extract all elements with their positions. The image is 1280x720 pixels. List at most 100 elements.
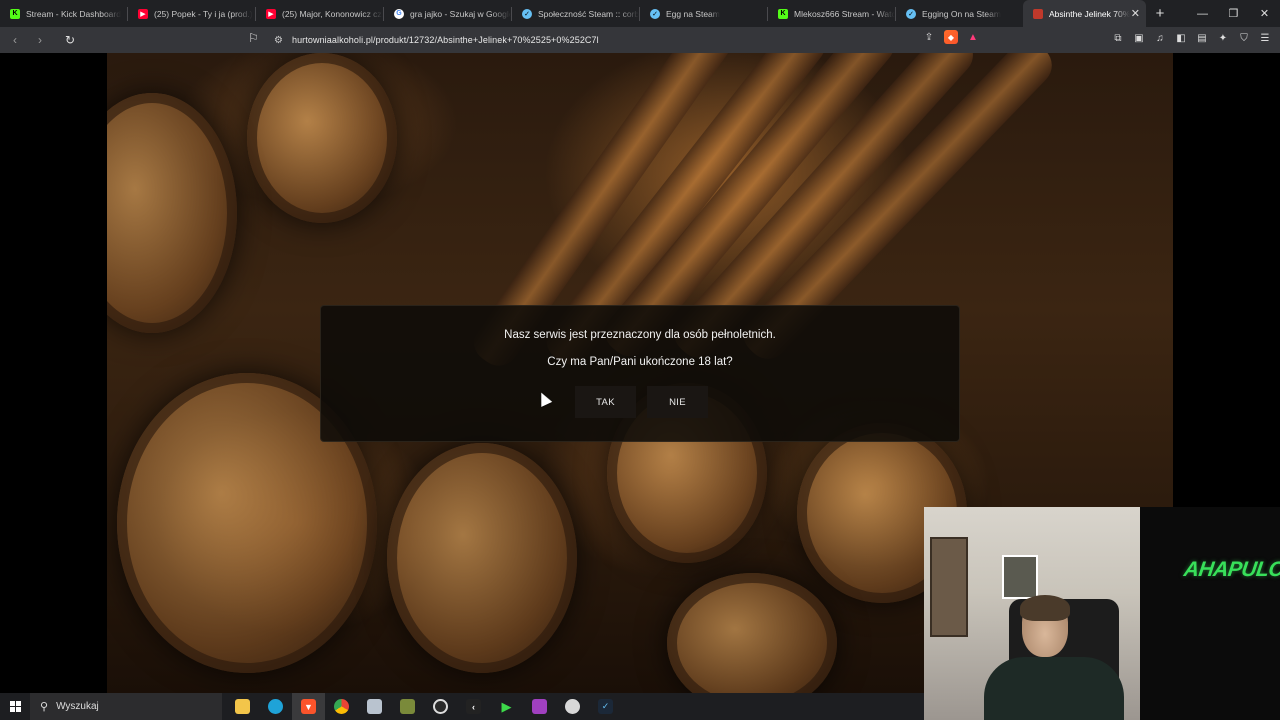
- tab-youtube-major[interactable]: ▶ (25) Major, Kononowicz cz.: [256, 0, 383, 27]
- app-icon: ‹: [466, 699, 481, 714]
- shop-icon: [1033, 8, 1043, 19]
- site-info-icon[interactable]: ⚙: [274, 35, 283, 46]
- taskbar-file-explorer[interactable]: [226, 693, 259, 720]
- file-explorer-icon: [235, 699, 250, 714]
- age-notice-text: Nasz serwis jest przeznaczony dla osób p…: [504, 329, 776, 341]
- chrome-icon: [334, 699, 349, 714]
- share-icon[interactable]: ⇪: [922, 30, 936, 44]
- taskbar-search-placeholder: Wyszukaj: [56, 701, 99, 712]
- barrel: [387, 443, 577, 673]
- tab-label: (25) Major, Kononowicz cz.: [282, 8, 383, 19]
- tab-kick-mlekosz[interactable]: K Mlekosz666 Stream - Watch: [768, 0, 895, 27]
- play-icon: ▶: [501, 698, 512, 714]
- restore-button[interactable]: ❐: [1218, 0, 1249, 27]
- window-controls: — ❐ ✕: [1187, 0, 1280, 27]
- app-icon: [532, 699, 547, 714]
- back-button[interactable]: ‹: [5, 30, 25, 50]
- address-bar[interactable]: ⚙ hurtowniaalkoholi.pl/produkt/12732/Abs…: [270, 30, 990, 50]
- tab-label: Społeczność Steam :: corba: [538, 8, 639, 19]
- brave-icon: ▼: [301, 699, 316, 714]
- address-bar-actions: ⇪ ◆ ▲: [922, 30, 980, 44]
- obs-icon: [433, 699, 448, 714]
- kick-icon: K: [778, 8, 788, 19]
- brave-rewards-icon[interactable]: ▲: [966, 30, 980, 44]
- tab-label: Egg na Steam: [666, 8, 720, 19]
- reload-button[interactable]: ↻: [60, 30, 80, 50]
- tab-strip: K Stream - Kick Dashboard ▶ (25) Popek -…: [0, 0, 1280, 27]
- age-question-text: Czy ma Pan/Pani ukończone 18 lat?: [547, 356, 733, 368]
- taskbar-app-generic[interactable]: [358, 693, 391, 720]
- forward-button[interactable]: ›: [30, 30, 50, 50]
- menu-icon[interactable]: ☰: [1258, 30, 1272, 46]
- tab-youtube-popek[interactable]: ▶ (25) Popek - Ty i ja (prod.): [128, 0, 255, 27]
- taskbar-app-generic[interactable]: ‹: [457, 693, 490, 720]
- kick-icon: K: [10, 8, 20, 19]
- app-icon: [367, 699, 382, 714]
- webcam-person-body: [984, 657, 1124, 720]
- taskbar-steam[interactable]: ✓: [589, 693, 622, 720]
- leo-ai-icon[interactable]: ✦: [1216, 30, 1230, 46]
- tab-label: Absinthe Jelinek 70%: [1049, 8, 1131, 19]
- taskbar-minecraft[interactable]: [391, 693, 424, 720]
- windows-icon: [9, 701, 21, 712]
- steam-icon: ✓: [522, 8, 532, 19]
- tab-egg-steam[interactable]: ✓ Egg na Steam: [640, 0, 767, 27]
- search-icon: ⚲: [40, 701, 49, 713]
- minimize-button[interactable]: —: [1187, 0, 1218, 27]
- youtube-icon: ▶: [266, 8, 276, 19]
- url-text: hurtowniaalkoholi.pl/produkt/12732/Absin…: [291, 35, 599, 45]
- close-window-button[interactable]: ✕: [1249, 0, 1280, 27]
- tab-label: Mlekosz666 Stream - Watch: [794, 8, 895, 19]
- taskbar-obs[interactable]: [424, 693, 457, 720]
- barrel: [107, 93, 237, 333]
- tab-label: (25) Popek - Ty i ja (prod.): [154, 8, 253, 19]
- webcam-person-hair: [1020, 595, 1070, 621]
- tab-steam-community[interactable]: ✓ Społeczność Steam :: corba: [512, 0, 639, 27]
- new-tab-button[interactable]: +: [1146, 5, 1174, 22]
- bookmark-icon[interactable]: ⚐: [248, 31, 262, 49]
- taskbar-chrome[interactable]: [325, 693, 358, 720]
- tab-google-search[interactable]: G gra jajko - Szukaj w Google: [384, 0, 511, 27]
- google-icon: G: [394, 8, 404, 19]
- youtube-icon: ▶: [138, 8, 148, 19]
- vpn-icon[interactable]: ⛉: [1237, 30, 1251, 46]
- steam-icon: ✓: [650, 8, 660, 19]
- brave-shields-icon[interactable]: ◆: [944, 30, 958, 44]
- extension-icons: ⧉ ▣ ♫ ◧ ▤ ✦ ⛉ ☰: [1111, 30, 1272, 46]
- webcam-poster: [1002, 555, 1038, 599]
- start-button[interactable]: [0, 693, 30, 720]
- webcam-overlay: [924, 507, 1140, 720]
- tab-kick-dashboard[interactable]: K Stream - Kick Dashboard: [0, 0, 127, 27]
- minecraft-icon: [400, 699, 415, 714]
- edge-icon: [268, 699, 283, 714]
- steam-icon: ✓: [906, 8, 916, 19]
- app-icon: [565, 699, 580, 714]
- browser-toolbar: ‹ › ↻ ⚐ ⚙ hurtowniaalkoholi.pl/produkt/1…: [0, 27, 1280, 53]
- taskbar-app-generic[interactable]: [556, 693, 589, 720]
- screen: K Stream - Kick Dashboard ▶ (25) Popek -…: [0, 0, 1280, 720]
- webcam-door: [930, 537, 968, 637]
- tab-label: Stream - Kick Dashboard: [26, 8, 121, 19]
- taskbar-search[interactable]: ⚲ Wyszukaj: [30, 693, 222, 720]
- sidebar-icon[interactable]: ◧: [1174, 30, 1188, 46]
- streamer-brand-logo: AHAPULCO: [1182, 558, 1280, 581]
- extensions-icon[interactable]: ⧉: [1111, 30, 1125, 46]
- taskbar-play[interactable]: ▶: [490, 693, 523, 720]
- screenshot-icon[interactable]: ▣: [1132, 30, 1146, 46]
- barrel: [247, 53, 397, 223]
- tab-absinthe-active[interactable]: Absinthe Jelinek 70% ✕: [1023, 0, 1146, 27]
- age-verification-modal: Nasz serwis jest przeznaczony dla osób p…: [320, 305, 960, 442]
- close-tab-icon[interactable]: ✕: [1131, 7, 1140, 20]
- tab-label: gra jajko - Szukaj w Google: [410, 8, 511, 19]
- taskbar-app-generic[interactable]: [523, 693, 556, 720]
- windows-taskbar: ⚲ Wyszukaj ▼ ‹ ▶ ✓: [0, 693, 924, 720]
- steam-icon: ✓: [598, 699, 613, 714]
- wallet-icon[interactable]: ▤: [1195, 30, 1209, 46]
- taskbar-brave[interactable]: ▼: [292, 693, 325, 720]
- media-icon[interactable]: ♫: [1153, 30, 1167, 46]
- yes-button[interactable]: TAK: [575, 386, 636, 418]
- taskbar-apps: ▼ ‹ ▶ ✓: [226, 693, 622, 720]
- no-button[interactable]: NIE: [647, 386, 708, 418]
- taskbar-edge[interactable]: [259, 693, 292, 720]
- tab-egging-on-steam[interactable]: ✓ Egging On na Steam: [896, 0, 1023, 27]
